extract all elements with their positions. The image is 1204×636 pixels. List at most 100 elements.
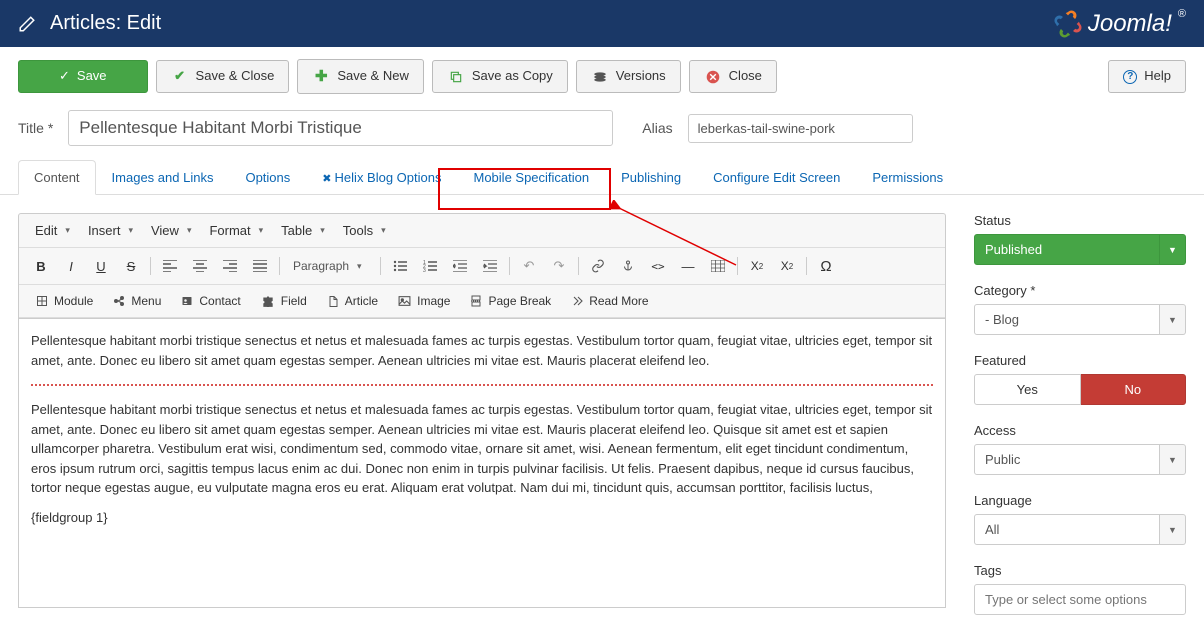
- close-button[interactable]: Close: [689, 60, 777, 92]
- hr-icon[interactable]: —: [674, 253, 702, 279]
- insert-module-button[interactable]: Module: [27, 290, 102, 312]
- superscript-icon[interactable]: X2: [773, 253, 801, 279]
- field-label: Field: [281, 294, 307, 308]
- align-justify-icon[interactable]: [246, 253, 274, 279]
- italic-icon[interactable]: I: [57, 253, 85, 279]
- strikethrough-icon[interactable]: S: [117, 253, 145, 279]
- pagebreak-icon: [470, 295, 482, 307]
- insert-read-more-button[interactable]: Read More: [562, 290, 657, 312]
- featured-yes-button[interactable]: Yes: [974, 374, 1081, 405]
- help-button[interactable]: ?Help: [1108, 60, 1186, 92]
- undo-icon[interactable]: ↶: [515, 253, 543, 279]
- brand-text: Joomla!: [1088, 10, 1172, 38]
- tab-helix[interactable]: ✖ Helix Blog Options: [306, 160, 457, 195]
- paragraph-format-select[interactable]: Paragraph: [285, 255, 375, 277]
- alias-input[interactable]: [688, 114, 913, 143]
- featured-no-button[interactable]: No: [1081, 374, 1187, 405]
- chevron-down-icon: ▼: [1160, 234, 1186, 265]
- access-select[interactable]: Public ▼: [974, 444, 1186, 475]
- page-title: Articles: Edit: [50, 12, 161, 35]
- save-copy-label: Save as Copy: [472, 67, 553, 85]
- tab-publishing[interactable]: Publishing: [605, 160, 697, 195]
- insert-page-break-button[interactable]: Page Break: [461, 290, 560, 312]
- menu-label: Menu: [131, 294, 161, 308]
- toolbar: ✓ Save ✔ Save & Close ✚Save & New Save as …: [0, 47, 1204, 104]
- editor-menu-tools[interactable]: Tools: [335, 219, 394, 242]
- subscript-icon[interactable]: X2: [743, 253, 771, 279]
- title-label: Title *: [18, 120, 53, 136]
- tab-helix-label: Helix Blog Options: [335, 170, 442, 185]
- editor-menu-edit[interactable]: Edit: [27, 219, 78, 242]
- source-code-icon[interactable]: <>: [644, 253, 672, 279]
- align-left-icon[interactable]: [156, 253, 184, 279]
- bullet-list-icon[interactable]: [386, 253, 414, 279]
- editor-content-area[interactable]: Pellentesque habitant morbi tristique se…: [18, 318, 946, 608]
- featured-toggle: Yes No: [974, 374, 1186, 405]
- table-icon[interactable]: [704, 253, 732, 279]
- alias-label: Alias: [642, 120, 672, 136]
- align-right-icon[interactable]: [216, 253, 244, 279]
- editor-toolbar: Edit Insert View Format Table Tools B I …: [18, 213, 946, 318]
- field-puzzle-icon: [261, 295, 275, 307]
- chevron-down-icon: ▼: [1160, 514, 1186, 545]
- anchor-icon[interactable]: [614, 253, 642, 279]
- insert-contact-button[interactable]: Contact: [172, 290, 249, 312]
- featured-label: Featured: [974, 353, 1186, 368]
- header: Articles: Edit Joomla!®: [0, 0, 1204, 47]
- insert-field-button[interactable]: Field: [252, 290, 316, 312]
- contact-label: Contact: [199, 294, 240, 308]
- title-input[interactable]: [68, 110, 613, 146]
- plus-icon: ✚: [312, 66, 330, 87]
- article-label: Article: [345, 294, 378, 308]
- editor-menu-view[interactable]: View: [143, 219, 199, 242]
- special-char-icon[interactable]: Ω: [812, 253, 840, 279]
- save-close-button[interactable]: ✔ Save & Close: [156, 60, 290, 92]
- tags-input[interactable]: [974, 584, 1186, 615]
- tab-images-links[interactable]: Images and Links: [96, 160, 230, 195]
- tab-content[interactable]: Content: [18, 160, 96, 195]
- image-icon: [398, 295, 411, 307]
- insert-article-button[interactable]: Article: [318, 290, 387, 312]
- save-label: Save: [77, 67, 107, 85]
- module-label: Module: [54, 294, 93, 308]
- indent-icon[interactable]: [476, 253, 504, 279]
- save-new-button[interactable]: ✚Save & New: [297, 59, 424, 94]
- module-icon: [36, 295, 48, 307]
- redo-icon[interactable]: ↷: [545, 253, 573, 279]
- language-label: Language: [974, 493, 1186, 508]
- tab-options[interactable]: Options: [229, 160, 306, 195]
- tab-configure-edit[interactable]: Configure Edit Screen: [697, 160, 856, 195]
- insert-menu-button[interactable]: Menu: [104, 290, 170, 312]
- readmore-label: Read More: [589, 294, 648, 308]
- check-icon: ✓: [59, 67, 70, 85]
- editor-menu-insert[interactable]: Insert: [80, 219, 141, 242]
- editor-menu-table[interactable]: Table: [273, 219, 333, 242]
- editor-menu-format[interactable]: Format: [201, 219, 271, 242]
- check-icon: ✔: [171, 67, 189, 85]
- insert-image-button[interactable]: Image: [389, 290, 459, 312]
- versions-button[interactable]: Versions: [576, 60, 681, 92]
- readmore-chevron-icon: [571, 295, 583, 307]
- link-icon[interactable]: [584, 253, 612, 279]
- status-value: Published: [974, 234, 1160, 265]
- status-select[interactable]: Published ▼: [974, 234, 1186, 265]
- language-select[interactable]: All ▼: [974, 514, 1186, 545]
- save-button[interactable]: ✓ Save: [18, 60, 148, 92]
- category-select[interactable]: - Blog ▼: [974, 304, 1186, 335]
- underline-icon[interactable]: U: [87, 253, 115, 279]
- pencil-icon: [18, 15, 36, 33]
- title-row: Title * Alias: [0, 104, 1204, 160]
- read-more-divider: [31, 384, 933, 386]
- number-list-icon[interactable]: 123: [416, 253, 444, 279]
- close-label: Close: [729, 67, 762, 85]
- tab-mobile-specification[interactable]: Mobile Specification: [458, 160, 606, 195]
- language-value: All: [974, 514, 1160, 545]
- bold-icon[interactable]: B: [27, 253, 55, 279]
- tab-permissions[interactable]: Permissions: [856, 160, 959, 195]
- chevron-down-icon: ▼: [1160, 444, 1186, 475]
- align-center-icon[interactable]: [186, 253, 214, 279]
- save-close-label: Save & Close: [196, 67, 275, 85]
- outdent-icon[interactable]: [446, 253, 474, 279]
- svg-text:3: 3: [423, 268, 426, 272]
- save-copy-button[interactable]: Save as Copy: [432, 60, 568, 92]
